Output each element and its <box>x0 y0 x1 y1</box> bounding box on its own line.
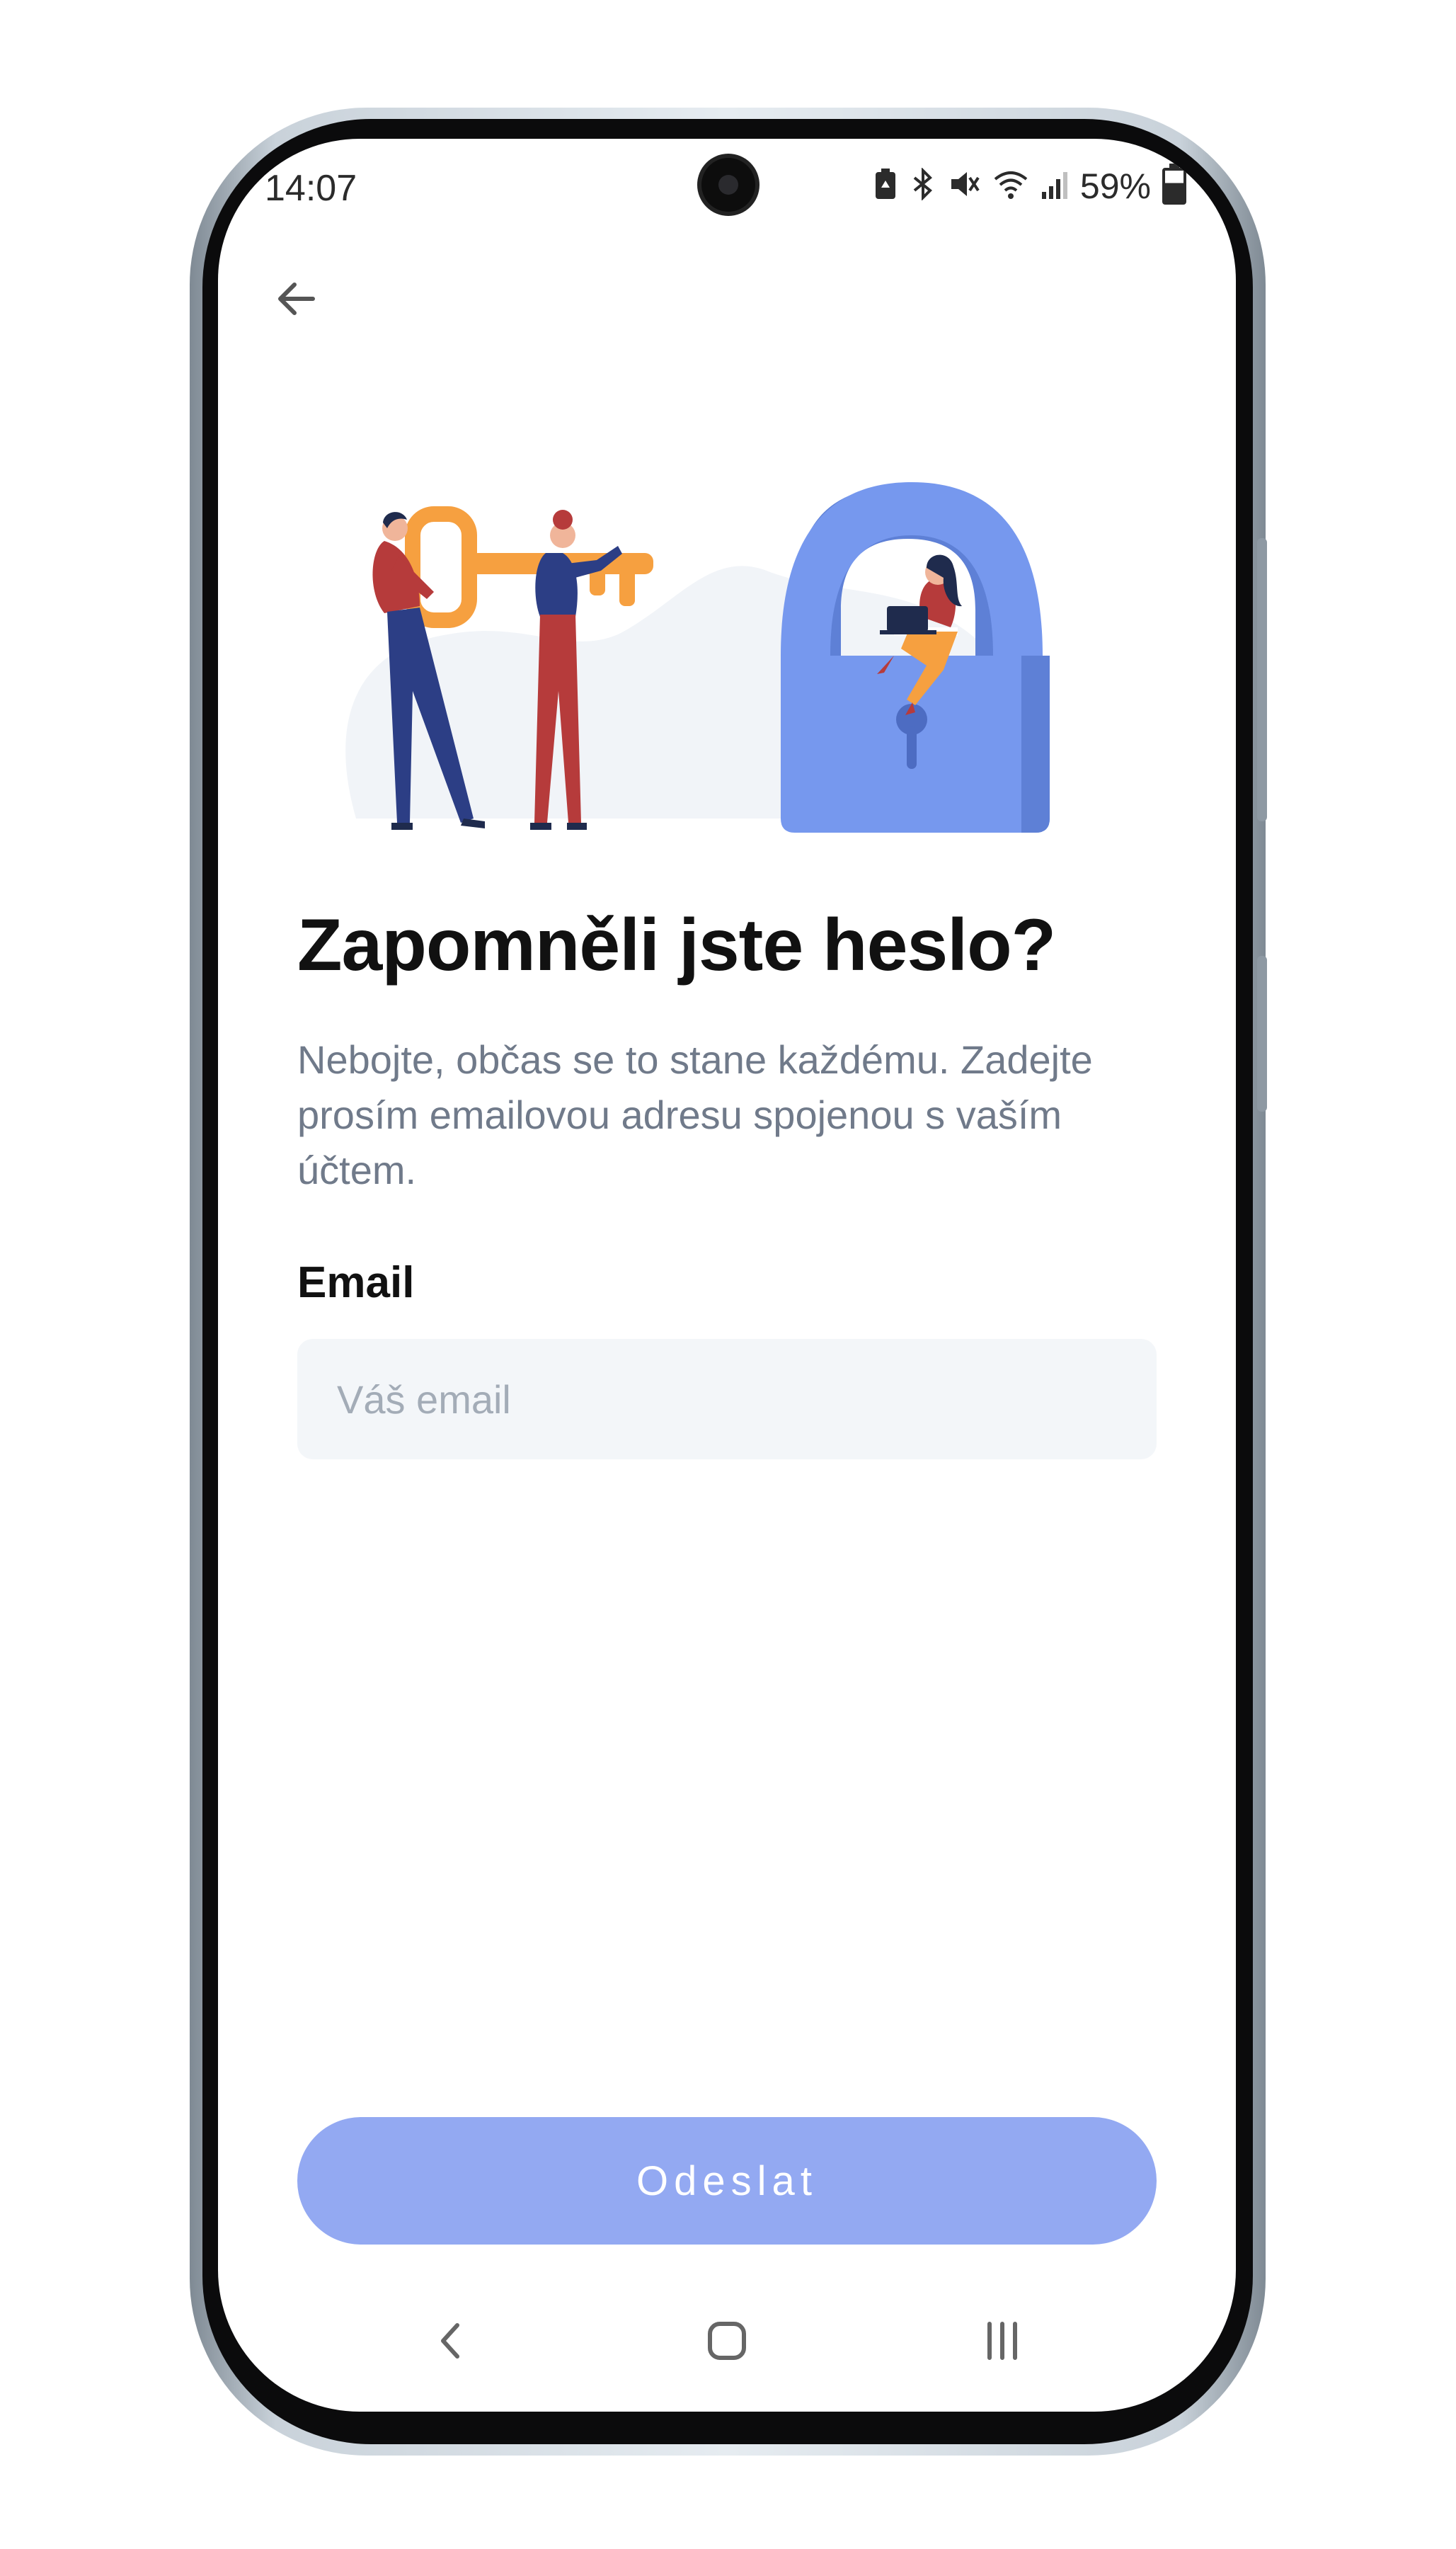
wifi-icon <box>992 168 1029 205</box>
battery-saver-icon <box>873 168 898 205</box>
volume-button <box>1257 538 1267 821</box>
nav-recents-icon <box>987 2322 1017 2360</box>
bluetooth-icon <box>909 166 937 205</box>
nav-back-icon <box>441 2323 459 2359</box>
nav-recents-button[interactable] <box>960 2298 1045 2383</box>
system-navigation-bar <box>218 2298 1236 2383</box>
status-icons: 59% <box>873 164 1186 207</box>
submit-button[interactable]: Odeslat <box>297 2117 1157 2245</box>
nav-home-icon <box>708 2322 746 2360</box>
back-button[interactable] <box>260 263 331 334</box>
status-time: 14:07 <box>265 168 357 209</box>
battery-icon <box>1162 164 1186 205</box>
email-input[interactable] <box>297 1339 1157 1459</box>
page-title: Zapomněli jste heslo? <box>297 904 1056 986</box>
power-button <box>1257 956 1267 1112</box>
nav-back-button[interactable] <box>409 2298 494 2383</box>
mute-icon <box>948 168 981 205</box>
battery-percent: 59% <box>1079 166 1151 206</box>
arrow-left-icon <box>278 283 315 315</box>
nav-home-button[interactable] <box>684 2298 769 2383</box>
screen: 14:07 59% Zapomněli jste heslo? Nebojte,… <box>218 139 1236 2412</box>
key-lock-illustration <box>342 422 1120 836</box>
email-label: Email <box>297 1258 415 1307</box>
page-description: Nebojte, občas se to stane každému. Zade… <box>297 1037 1093 1192</box>
front-camera <box>701 158 755 212</box>
signal-icon <box>1041 168 1069 205</box>
